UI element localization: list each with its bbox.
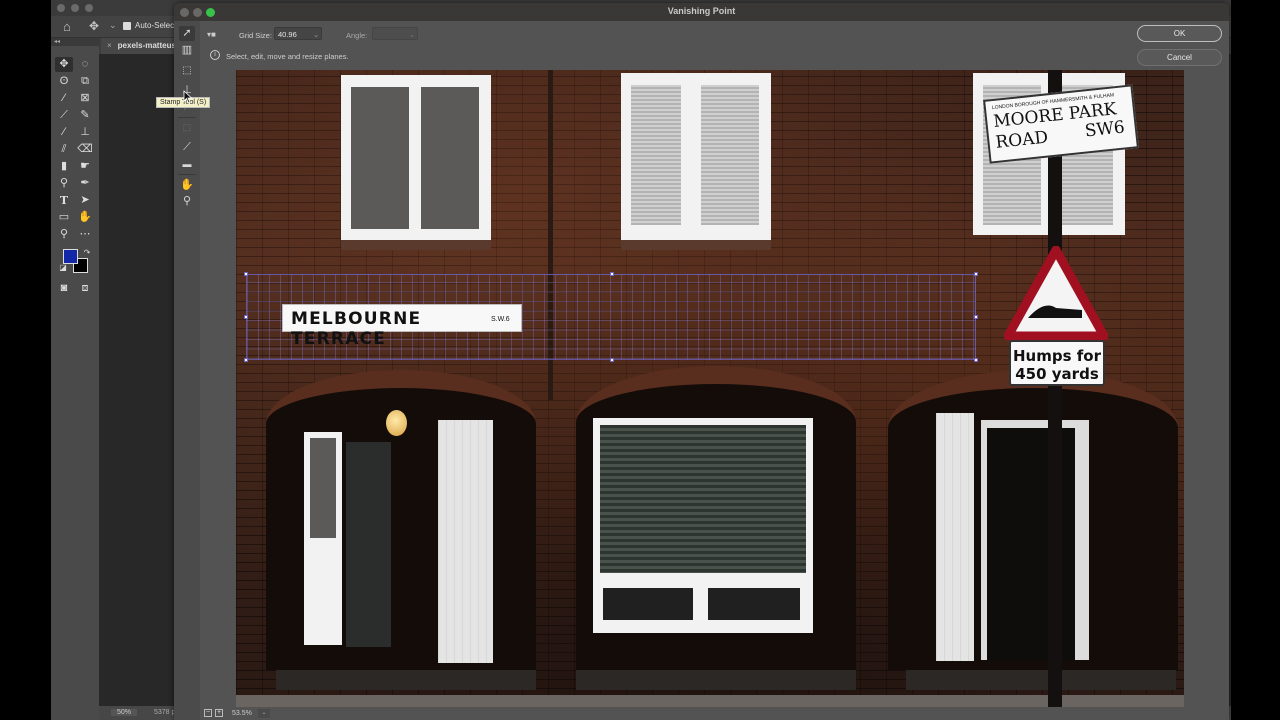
- smudge-tool[interactable]: ☛: [76, 159, 94, 174]
- road-hump-warning-sign: [1004, 246, 1108, 341]
- zoom-tool[interactable]: ⚲: [55, 227, 73, 242]
- hint-text: Select, edit, move and resize planes.: [226, 52, 349, 61]
- plane-edge-handle[interactable]: [610, 272, 614, 276]
- minimize-window-button[interactable]: [71, 4, 79, 12]
- document-dimensions: 5378 p: [154, 709, 176, 716]
- plane-edge-handle[interactable]: [974, 315, 978, 319]
- transform-tool[interactable]: ⬚: [179, 120, 195, 135]
- move-icon[interactable]: ✥: [89, 19, 99, 33]
- object-selection-tool[interactable]: ⧉: [76, 74, 94, 89]
- side-panel-window: [304, 432, 342, 645]
- close-tab-icon[interactable]: ×: [107, 41, 112, 50]
- door-frame-right: [981, 420, 1089, 660]
- plane-corner-handle[interactable]: [244, 358, 248, 362]
- foreground-color-swatch[interactable]: [63, 249, 78, 264]
- zoom-out-button[interactable]: −: [204, 709, 212, 717]
- plane-corner-handle[interactable]: [974, 358, 978, 362]
- dialog-title: Vanishing Point: [667, 6, 736, 16]
- eyedropper-tool[interactable]: ⟋: [55, 108, 73, 123]
- zoom-tool[interactable]: ⚲: [179, 194, 195, 209]
- cancel-button[interactable]: Cancel: [1137, 49, 1222, 66]
- pen-tool[interactable]: ⁄: [55, 91, 73, 106]
- wall-lamp: [386, 410, 407, 436]
- angle-label: Angle:: [346, 31, 368, 40]
- street-sign-melbourne-terrace: MELBOURNE TERRACE S.W.6: [282, 304, 522, 349]
- mouse-cursor-icon: [183, 90, 193, 104]
- zoom-in-button[interactable]: +: [215, 709, 223, 717]
- chevron-down-icon[interactable]: ⌄: [313, 30, 319, 39]
- create-plane-tool[interactable]: ▥: [179, 43, 195, 58]
- vp-status-bar: − + 53.5% ⌄: [200, 707, 1229, 720]
- ok-button[interactable]: OK: [1137, 25, 1222, 42]
- plane-edge-handle[interactable]: [244, 315, 248, 319]
- white-door-right: [936, 413, 974, 661]
- measure-tool[interactable]: ▬: [179, 157, 195, 172]
- collapse-panel-button[interactable]: ◂◂: [51, 38, 99, 46]
- zoom-dropdown[interactable]: ⌄: [258, 709, 270, 718]
- marquee-tool[interactable]: ⬚: [179, 63, 195, 78]
- info-icon: i: [210, 50, 220, 60]
- plane-corner-handle[interactable]: [974, 272, 978, 276]
- window-upper-left: [341, 75, 491, 240]
- vp-toolbar: ➚ ▥ ⬚ ⊥ ∕ ⬚ ⟋ ▬ ✋ ⚲: [174, 21, 200, 720]
- zoom-value: 53.5%: [232, 710, 252, 717]
- window-lower-middle: [593, 418, 813, 633]
- auto-select-label: Auto-Select: [135, 21, 177, 30]
- lasso-tool[interactable]: ʘ: [55, 74, 73, 89]
- quick-mask-mode[interactable]: ◙: [55, 281, 73, 296]
- dialog-titlebar: Vanishing Point: [174, 3, 1229, 21]
- eraser-tool[interactable]: ⌫: [76, 142, 94, 157]
- white-door-left: [438, 420, 493, 663]
- toolbar-divider: [178, 117, 196, 118]
- eyedropper-tool[interactable]: ⟋: [179, 140, 195, 155]
- elliptical-marquee-tool[interactable]: ◌: [76, 57, 94, 72]
- plane-corner-handle[interactable]: [244, 272, 248, 276]
- plane-edge-handle[interactable]: [610, 358, 614, 362]
- hand-tool[interactable]: ✋: [179, 178, 195, 193]
- grid-size-field[interactable]: 40.96 ⌄: [274, 27, 322, 40]
- move-tool[interactable]: ✥: [55, 57, 73, 72]
- grid-size-value[interactable]: 40.96: [278, 30, 297, 39]
- dodge-tool[interactable]: ⚲: [55, 176, 73, 191]
- rectangle-tool[interactable]: ▭: [55, 210, 73, 225]
- auto-select-checkbox[interactable]: [123, 22, 131, 30]
- plane-mode-menu-icon[interactable]: ▾■: [207, 30, 216, 39]
- history-brush-tool[interactable]: ⫽: [55, 142, 73, 157]
- swap-colors-icon[interactable]: ↷: [78, 245, 96, 260]
- type-tool[interactable]: T: [55, 193, 73, 208]
- pavement: [236, 695, 1184, 707]
- sign-pole: [1048, 70, 1062, 707]
- document-tab[interactable]: × pexels-matteus: [101, 38, 184, 54]
- front-door-left: [346, 442, 391, 647]
- close-window-button[interactable]: [57, 4, 65, 12]
- home-icon[interactable]: ⌂: [63, 19, 71, 34]
- pen-path-tool[interactable]: ✒: [76, 176, 94, 191]
- clone-stamp-tool[interactable]: ⊥: [76, 125, 94, 140]
- zoom-level[interactable]: 50%: [111, 709, 138, 716]
- toolbar-divider: [178, 174, 196, 175]
- healing-brush-tool[interactable]: ✎: [76, 108, 94, 123]
- edit-plane-tool[interactable]: ➚: [179, 26, 195, 41]
- document-tab-title: pexels-matteus: [117, 41, 176, 50]
- chevron-down-icon[interactable]: ⌄: [409, 30, 415, 39]
- grid-size-label: Grid Size:: [239, 31, 272, 40]
- screen-mode[interactable]: ⧈: [76, 281, 94, 296]
- vp-options-bar: ▾■ Grid Size: 40.96 ⌄ Angle: ⌄ i Select,…: [200, 21, 1229, 71]
- humps-sign: Humps for 450 yards: [1009, 340, 1105, 386]
- more-tools[interactable]: ⋯: [76, 227, 94, 242]
- path-selection-tool[interactable]: ➤: [76, 193, 94, 208]
- frame-tool[interactable]: ⊠: [76, 91, 94, 106]
- angle-field[interactable]: ⌄: [372, 27, 418, 40]
- brush-tool[interactable]: ∕: [55, 125, 73, 140]
- toolbar: ✥ ◌ ʘ ⧉ ⁄ ⊠ ⟋ ✎ ∕ ⊥ ⫽ ⌫ ▮ ☛ ⚲ ✒ T ➤ ▭ ✋ …: [51, 46, 99, 720]
- preview-image[interactable]: LONDON BOROUGH OF HAMMERSMITH & FULHAM M…: [236, 70, 1184, 707]
- window-upper-middle: [621, 73, 771, 240]
- gradient-tool[interactable]: ▮: [55, 159, 73, 174]
- hand-tool[interactable]: ✋: [76, 210, 94, 225]
- zoom-window-button[interactable]: [85, 4, 93, 12]
- chevron-down-icon[interactable]: ⌄: [109, 20, 117, 31]
